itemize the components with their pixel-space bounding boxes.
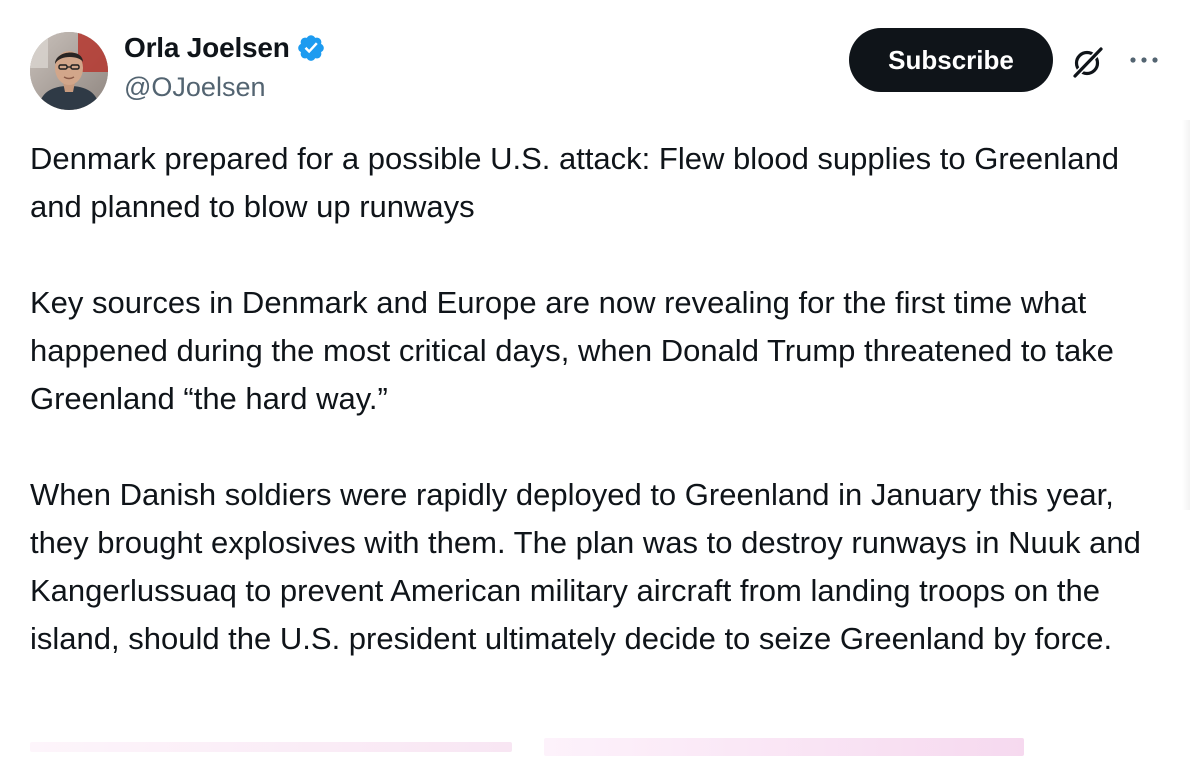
- author-handle[interactable]: @OJoelsen: [124, 72, 265, 103]
- more-options-icon[interactable]: [1124, 42, 1164, 78]
- media-preview-right[interactable]: [544, 738, 1024, 756]
- post-paragraph-headline: Denmark prepared for a possible U.S. att…: [30, 141, 1120, 224]
- post-paragraph-deployment: When Danish soldiers were rapidly deploy…: [30, 477, 1141, 656]
- media-preview-left[interactable]: [30, 742, 512, 752]
- author-name-row[interactable]: Orla Joelsen: [124, 30, 326, 66]
- post-paragraph-sources: Key sources in Denmark and Europe are no…: [30, 285, 1114, 416]
- profile-photo-icon: [30, 32, 108, 110]
- post-card: Orla Joelsen @OJoelsen Subscribe Denmark…: [0, 0, 1190, 758]
- author-display-name[interactable]: Orla Joelsen: [124, 32, 290, 64]
- verified-badge-icon[interactable]: [296, 33, 326, 63]
- post-text: Denmark prepared for a possible U.S. att…: [30, 135, 1175, 663]
- grok-icon[interactable]: [1068, 42, 1108, 82]
- scroll-edge-shade: [1182, 120, 1190, 510]
- author-avatar[interactable]: [30, 32, 108, 110]
- subscribe-button[interactable]: Subscribe: [849, 28, 1053, 92]
